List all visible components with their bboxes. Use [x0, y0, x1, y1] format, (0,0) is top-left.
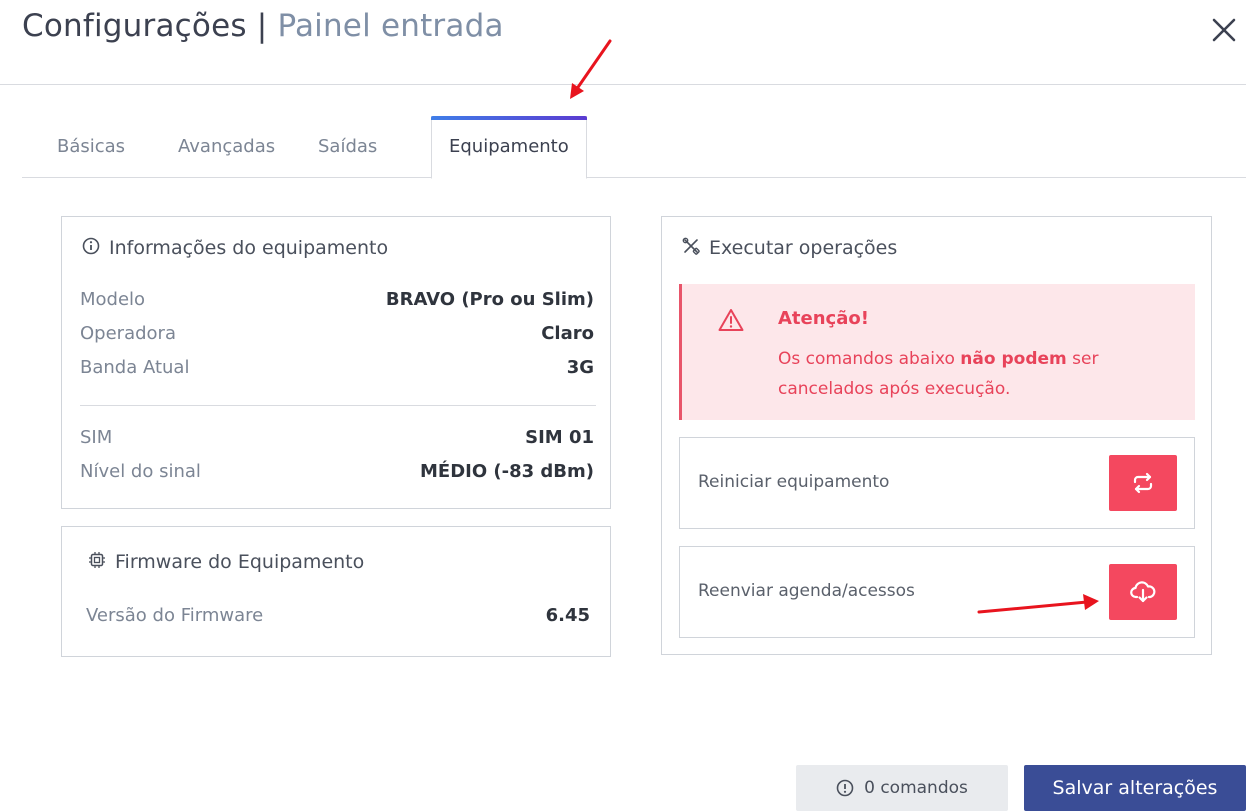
- commands-button[interactable]: 0 comandos: [796, 765, 1008, 811]
- operation-row-reenviar: Reenviar agenda/acessos: [679, 546, 1195, 638]
- info-label-sinal: Nível do sinal: [80, 461, 201, 482]
- commands-count: 0 comandos: [864, 778, 968, 798]
- info-value-sinal: MÉDIO (-83 dBm): [419, 461, 594, 482]
- info-label-sim: SIM: [80, 427, 113, 448]
- chip-icon: [88, 551, 106, 574]
- firmware-card: Firmware do Equipamento Versão do Firmwa…: [61, 526, 611, 657]
- firmware-title: Firmware do Equipamento: [88, 551, 364, 574]
- warning-alert: Atenção! Os comandos abaixo não podem se…: [679, 284, 1195, 420]
- info-value-operadora: Claro: [541, 323, 594, 344]
- tab-bar: Básicas Avançadas Saídas Equipamento: [22, 116, 1246, 179]
- tab-avancadas[interactable]: Avançadas: [178, 116, 275, 178]
- info-label-banda: Banda Atual: [80, 357, 190, 378]
- repeat-icon: [1133, 472, 1153, 494]
- operations-title: Executar operações: [682, 237, 897, 260]
- save-button[interactable]: Salvar alterações: [1024, 765, 1246, 811]
- alert-title: Atenção!: [778, 308, 869, 329]
- operation-label-reiniciar: Reiniciar equipamento: [698, 472, 890, 492]
- restart-equipment-button[interactable]: [1109, 455, 1177, 511]
- info-label-operadora: Operadora: [80, 323, 176, 344]
- info-value-modelo: BRAVO (Pro ou Slim): [385, 289, 594, 310]
- tab-equipamento[interactable]: Equipamento: [431, 116, 587, 179]
- resend-schedule-button[interactable]: [1109, 564, 1177, 620]
- equipment-info-card: Informações do equipamento Modelo BRAVO …: [61, 216, 611, 509]
- alert-circle-icon: [836, 779, 854, 797]
- page-title-main: Configurações |: [22, 8, 268, 44]
- close-icon: [1212, 18, 1236, 42]
- operation-row-reiniciar: Reiniciar equipamento: [679, 437, 1195, 529]
- operation-label-reenviar: Reenviar agenda/acessos: [698, 581, 915, 601]
- close-button[interactable]: [1206, 12, 1242, 48]
- warning-triangle-icon: [718, 308, 744, 336]
- modal-header: Configurações | Painel entrada: [0, 0, 1246, 85]
- alert-text: Os comandos abaixo não podem ser cancela…: [778, 349, 1099, 399]
- tab-saidas[interactable]: Saídas: [318, 116, 377, 178]
- equipment-info-title: Informações do equipamento: [82, 237, 388, 260]
- info-value-banda: 3G: [566, 357, 594, 378]
- page-title-subtitle: Painel entrada: [277, 8, 504, 44]
- page-title: Configurações | Painel entrada: [22, 8, 504, 44]
- info-divider: [80, 405, 596, 406]
- tools-icon: [682, 237, 700, 260]
- info-circle-icon: [82, 237, 100, 260]
- tab-basicas[interactable]: Básicas: [57, 116, 125, 178]
- cloud-download-icon: [1130, 581, 1156, 603]
- info-value-sim: SIM 01: [525, 427, 594, 448]
- firmware-version-label: Versão do Firmware: [86, 605, 264, 626]
- firmware-version-value: 6.45: [545, 605, 590, 626]
- info-label-modelo: Modelo: [80, 289, 146, 310]
